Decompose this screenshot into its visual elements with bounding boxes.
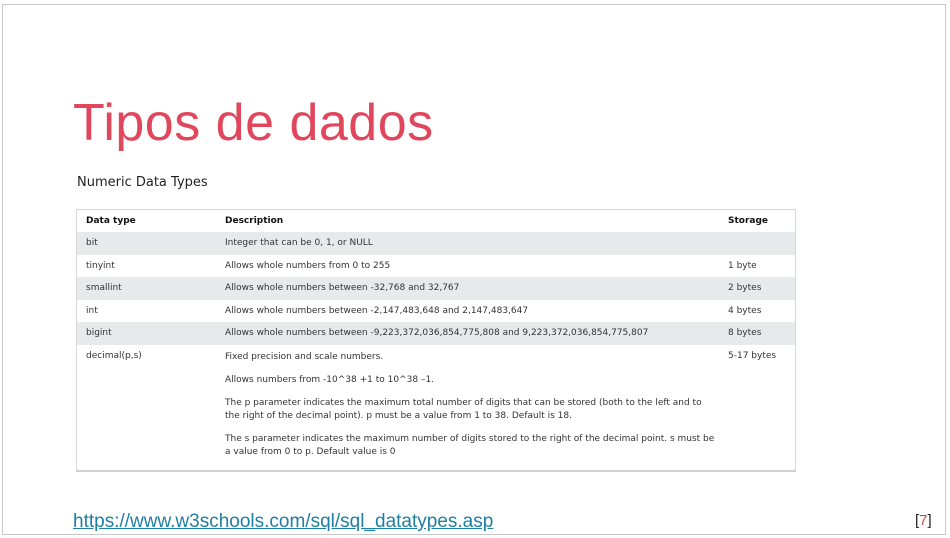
description-paragraph: Fixed precision and scale numbers. (225, 351, 384, 362)
page-bracket-close: ] (927, 512, 932, 529)
table-row: smallint Allows whole numbers between -3… (77, 277, 795, 300)
cell-type: bigint (77, 322, 216, 345)
page-number: [7] (915, 512, 932, 529)
header-data-type: Data type (86, 216, 136, 226)
header-description: Description (225, 216, 284, 226)
cell-storage: 1 byte (728, 260, 757, 271)
table-row: decimal(p,s) Fixed precision and scale n… (77, 345, 795, 469)
slide: Tipos de dados Numeric Data Types Data t… (2, 4, 946, 535)
description-paragraph: Allows numbers from -10^38 +1 to 10^38 –… (225, 374, 435, 385)
cell-storage: 5-17 bytes (728, 350, 777, 361)
page-number-value: 7 (919, 512, 928, 529)
description-paragraph: The p parameter indicates the maximum to… (225, 397, 702, 421)
cell-type: int (86, 305, 98, 316)
table-row: bigint Allows whole numbers between -9,2… (77, 322, 795, 345)
cell-description: Integer that can be 0, 1, or NULL (216, 232, 719, 255)
source-link[interactable]: https://www.w3schools.com/sql/sql_dataty… (73, 511, 493, 533)
cell-description: Fixed precision and scale numbers. Allow… (216, 345, 719, 469)
cell-type: decimal(p,s) (86, 350, 142, 361)
table-caption: Numeric Data Types (77, 175, 208, 190)
cell-storage: 8 bytes (719, 322, 795, 345)
table-header-row: Data type Description Storage (77, 210, 795, 232)
table-row: int Allows whole numbers between -2,147,… (77, 300, 795, 323)
description-paragraph: The s parameter indicates the maximum nu… (225, 433, 715, 457)
slide-title: Tipos de dados (73, 94, 434, 152)
cell-storage: 2 bytes (719, 277, 795, 300)
cell-description: Allows whole numbers between -32,768 and… (216, 277, 719, 300)
cell-description: Allows whole numbers between -2,147,483,… (225, 305, 529, 316)
cell-description: Allows whole numbers from 0 to 255 (225, 260, 391, 271)
cell-type: smallint (77, 277, 216, 300)
cell-description: Allows whole numbers between -9,223,372,… (216, 322, 719, 345)
table-row: bit Integer that can be 0, 1, or NULL (77, 232, 795, 255)
header-storage: Storage (728, 216, 769, 226)
table-row: tinyint Allows whole numbers from 0 to 2… (77, 255, 795, 278)
cell-type: tinyint (86, 260, 115, 271)
data-types-table: Data type Description Storage bit Intege… (76, 209, 796, 472)
cell-storage (719, 232, 795, 255)
cell-storage: 4 bytes (728, 305, 762, 316)
cell-type: bit (77, 232, 216, 255)
